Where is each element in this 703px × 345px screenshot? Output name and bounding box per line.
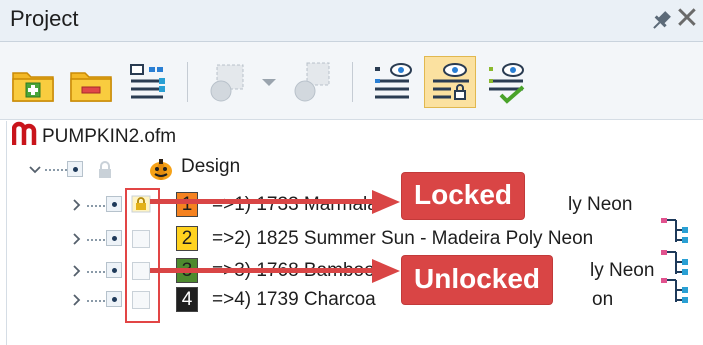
add-folder-icon [12,72,54,102]
eye-icon[interactable] [67,161,83,177]
tree-connector [45,169,67,171]
eye-icon[interactable] [106,196,122,212]
row-label-suffix: ly Neon [568,194,633,215]
tree-connector [87,300,105,302]
tree-connector [87,271,105,273]
ungroup-button[interactable] [286,56,338,108]
group-icon [210,64,244,102]
list-view-button[interactable] [366,56,418,108]
group-dropdown[interactable] [254,56,284,108]
eye-icon[interactable] [106,262,122,278]
pin-icon[interactable] [648,8,674,34]
toolbar-separator [352,62,353,102]
chevron-right-icon[interactable] [70,198,84,212]
hierarchy-link-icon [661,250,688,275]
remove-folder-button[interactable] [64,56,116,108]
view-check-button[interactable] [480,56,532,108]
panel-title-bar: Project ✕ [0,0,703,42]
locked-arrow [150,199,380,204]
hierarchy-button[interactable] [122,56,174,108]
toolbar-separator [187,62,188,102]
hierarchy-link-icon [661,278,688,303]
file-name[interactable]: PUMPKIN2.ofm [42,126,176,148]
project-panel: Project ✕ PUMPKIN2.ofm Design 1 =>1) 173… [0,0,703,345]
arrow-head-icon [372,259,400,283]
view-check-icon [489,63,525,104]
dropdown-arrow-icon [262,79,276,86]
unlocked-callout: Unlocked [402,256,553,304]
row-label[interactable]: =>2) 1825 Summer Sun - Madeira Poly Neon [212,228,593,250]
tree-connector [87,239,105,241]
eye-icon[interactable] [106,291,122,307]
group-button[interactable] [200,56,252,108]
remove-folder-icon [70,72,112,102]
lock-icon[interactable] [96,161,114,179]
chevron-down-icon[interactable] [28,163,42,177]
row-label[interactable]: =>4) 1739 Charcoa [212,289,376,311]
view-details-button[interactable] [424,56,476,108]
hierarchy-icon [130,64,165,99]
lock-column-highlight [125,188,160,323]
file-icon [12,121,37,145]
unlocked-arrow [150,268,380,273]
color-number-badge: 1 [176,192,198,217]
ungroup-icon [294,62,330,102]
hierarchy-link-icon [661,218,688,243]
chevron-right-icon[interactable] [70,232,84,246]
row-label[interactable]: =>1) 1733 Marmala [212,194,378,216]
row-label-suffix: ly Neon [590,260,655,281]
row-label-suffix: on [592,289,614,310]
locked-callout: Locked [402,173,525,219]
panel-title: Project [10,6,79,31]
pumpkin-icon [150,159,172,180]
chevron-right-icon[interactable] [70,264,84,278]
close-icon[interactable]: ✕ [674,4,700,35]
color-number-badge: 2 [176,226,198,251]
eye-icon[interactable] [106,230,122,246]
color-number-badge: 4 [176,287,198,312]
toolbar [0,42,703,120]
add-folder-button[interactable] [6,56,58,108]
tree-connector [87,205,105,207]
list-view-icon [375,63,412,99]
chevron-right-icon[interactable] [70,293,84,307]
design-node-label[interactable]: Design [181,156,240,178]
view-details-icon [433,63,469,100]
arrow-head-icon [372,190,400,214]
